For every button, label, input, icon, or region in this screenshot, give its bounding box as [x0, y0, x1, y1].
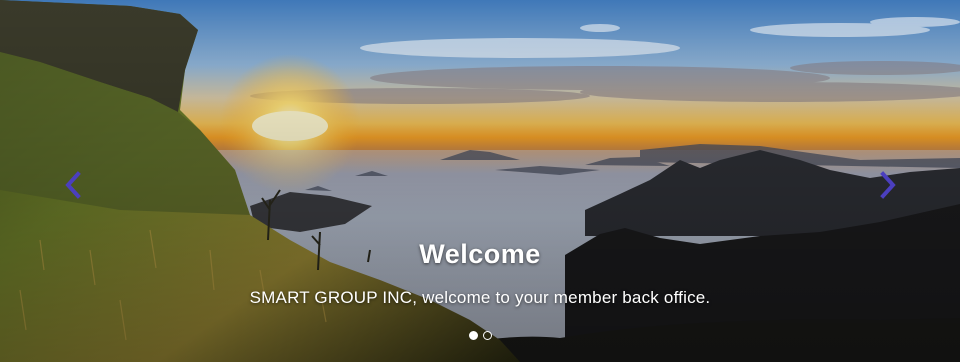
carousel-indicator-1[interactable] [468, 331, 478, 340]
chevron-right-icon [880, 171, 896, 199]
hero-carousel: Welcome SMART GROUP INC, welcome to your… [0, 0, 960, 362]
carousel-prev-button[interactable] [57, 168, 89, 202]
chevron-left-icon [65, 171, 81, 199]
carousel-indicator-2[interactable] [482, 331, 492, 340]
slide-title: Welcome [419, 239, 541, 269]
carousel-next-button[interactable] [872, 168, 904, 202]
carousel-indicators [0, 331, 960, 340]
slide-text: SMART GROUP INC, welcome to your member … [249, 288, 711, 307]
